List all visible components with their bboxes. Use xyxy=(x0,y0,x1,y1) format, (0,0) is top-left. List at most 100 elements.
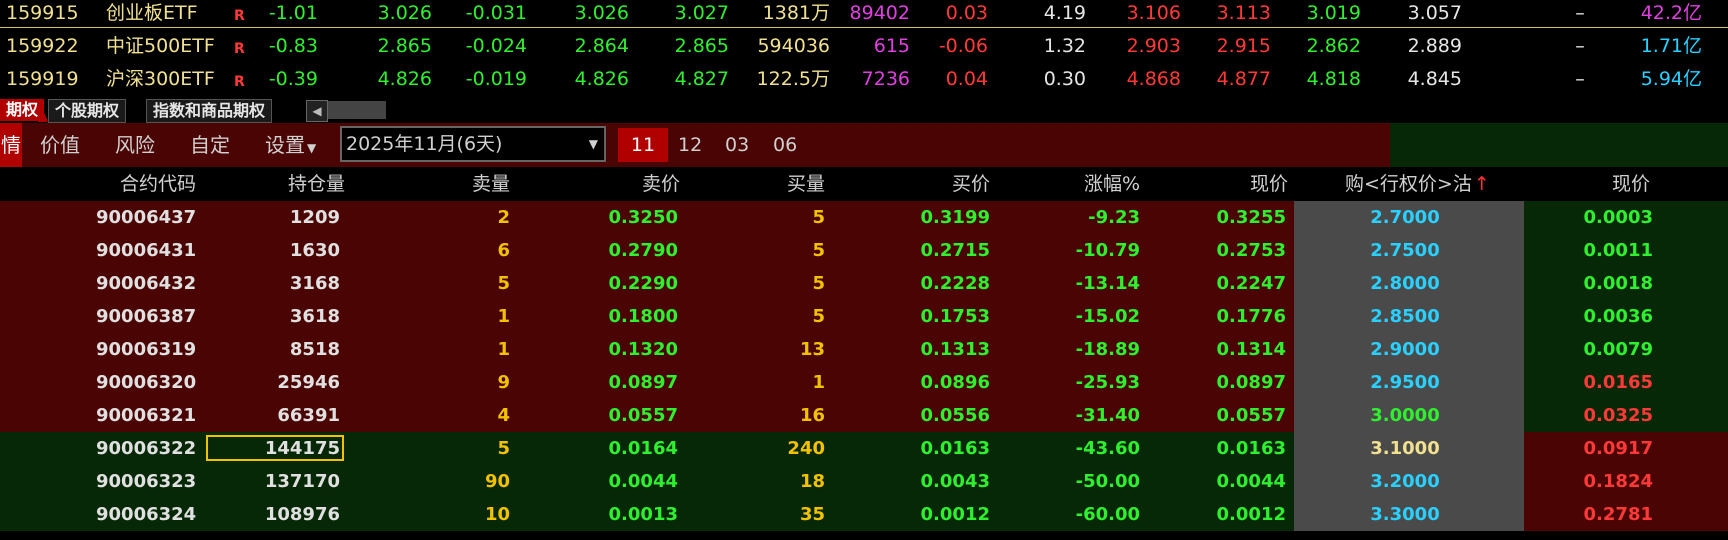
quote-row[interactable]: 159922 中证500ETF R -0.83 2.865 -0.024 2.864 2.86… xyxy=(0,30,1728,63)
cell-askv: 5 xyxy=(497,273,510,294)
toolbar-custom-button[interactable]: 自定 xyxy=(190,123,230,167)
month-tab-11-label: 11 xyxy=(630,134,656,156)
quote-open: 4.868 xyxy=(1126,68,1181,90)
toolbar-settings-button[interactable]: 设置 ▼ xyxy=(265,123,316,167)
cell-ask: 0.1800 xyxy=(608,306,678,327)
quote-price: 4.826 xyxy=(377,68,432,90)
col-header-strike[interactable]: 购<行权价>沽 ↑ xyxy=(1345,167,1495,201)
toolbar-settings-label: 设置 xyxy=(265,133,305,157)
col-header-ask[interactable]: 卖价 xyxy=(580,167,680,201)
cell-bid: 0.0896 xyxy=(920,372,990,393)
cell-oi: 8518 xyxy=(289,339,340,360)
caret-down-icon: ▼ xyxy=(307,141,317,155)
cell-last: 0.0044 xyxy=(1216,471,1286,492)
cell-strike: 2.7000 xyxy=(1370,207,1440,228)
cell-bid: 0.2715 xyxy=(920,240,990,261)
table-row[interactable]: 90006324 108976 10 0.0013 35 0.0012 -60.00 0.00… xyxy=(0,498,1728,531)
table-row[interactable]: 90006320 25946 9 0.0897 1 0.0896 -25.93 0.0897 2… xyxy=(0,366,1728,399)
col-header-code[interactable]: 合约代码 xyxy=(96,167,196,201)
quote-open: 2.903 xyxy=(1126,35,1181,57)
col-header-chg-pct[interactable]: 涨幅% xyxy=(1040,167,1140,201)
quote-cur: 89402 xyxy=(849,2,910,24)
cell-bidv: 5 xyxy=(812,207,825,228)
month-tab-06[interactable]: 06 xyxy=(773,128,797,162)
tab-index-commodity-options[interactable]: 指数和商品期权 xyxy=(146,99,273,123)
col-header-last[interactable]: 现价 xyxy=(1188,167,1288,201)
month-tab-11[interactable]: 11 xyxy=(618,128,668,162)
tab-scroll-left[interactable]: ◀ xyxy=(306,100,328,122)
cell-oi: 3168 xyxy=(289,273,340,294)
cell-code: 90006320 xyxy=(96,372,197,393)
col-header-bid[interactable]: 买价 xyxy=(890,167,990,201)
quote-turn: 1.32 xyxy=(1043,35,1086,57)
table-row[interactable]: 90006437 1209 2 0.3250 5 0.3199 -9.23 0.3255 2.7… xyxy=(0,201,1728,234)
cell-oi: 1630 xyxy=(289,240,340,261)
quote-dash: – xyxy=(1575,68,1585,90)
cell-code: 90006324 xyxy=(96,504,197,525)
cell-askv: 9 xyxy=(497,372,510,393)
quote-highlight-line xyxy=(0,27,1728,28)
selected-cell-outline xyxy=(206,435,344,461)
month-tab-06-label: 06 xyxy=(773,134,798,156)
month-tab-03[interactable]: 03 xyxy=(725,128,749,162)
cell-bidv: 1 xyxy=(812,372,825,393)
table-row[interactable]: 90006322 144175 5 0.0164 240 0.0163 -43.60 0.01… xyxy=(0,432,1728,465)
cell-strike: 2.7500 xyxy=(1370,240,1440,261)
month-select[interactable]: 2025年11月(6天) ▼ xyxy=(340,126,606,162)
toolbar-put-side xyxy=(1390,123,1728,167)
tab-bar: 期权 个股期权 指数和商品期权 ◀ xyxy=(0,98,1728,123)
toolbar-risk-button[interactable]: 风险 xyxy=(115,123,155,167)
cell-ask: 0.2790 xyxy=(608,240,678,261)
cell-put: 0.0165 xyxy=(1583,372,1653,393)
quote-amt: 42.2亿 xyxy=(1640,2,1702,24)
cell-bidv: 240 xyxy=(787,438,825,459)
quote-high: 3.113 xyxy=(1216,2,1271,24)
quote-row[interactable]: 159915 创业板ETF R -1.01 3.026 -0.031 3.026 3.027 1… xyxy=(0,0,1728,30)
tab-stock-options[interactable]: 个股期权 xyxy=(48,99,127,123)
col-header-bid-vol[interactable]: 买量 xyxy=(725,167,825,201)
col-header-put-last[interactable]: 现价 xyxy=(1550,167,1650,201)
sort-up-arrow-icon: ↑ xyxy=(1473,173,1490,195)
quote-change: -0.83 xyxy=(268,35,318,57)
table-row[interactable]: 90006319 8518 1 0.1320 13 0.1313 -18.89 0.1314 2… xyxy=(0,333,1728,366)
cell-ask: 0.0557 xyxy=(608,405,678,426)
cell-oi: 3618 xyxy=(289,306,340,327)
cell-strike: 3.2000 xyxy=(1370,471,1440,492)
col-header-oi[interactable]: 持仓量 xyxy=(240,167,345,201)
quote-name: 中证500ETF xyxy=(106,35,215,57)
tab-scrollbar[interactable] xyxy=(328,101,386,119)
cell-last: 0.0557 xyxy=(1216,405,1286,426)
table-row[interactable]: 90006432 3168 5 0.2290 5 0.2228 -13.14 0.2247 2.… xyxy=(0,267,1728,300)
toolbar-value-button[interactable]: 价值 xyxy=(40,123,80,167)
cell-strike: 3.1000 xyxy=(1370,438,1440,459)
quote-chg2: -0.031 xyxy=(465,2,527,24)
quote-buy: 2.864 xyxy=(574,35,629,57)
cell-bid: 0.2228 xyxy=(920,273,990,294)
cell-pct: -60.00 xyxy=(1075,504,1140,525)
toolbar-quotes-button[interactable]: 情 xyxy=(0,123,22,167)
cell-bid: 0.0556 xyxy=(920,405,990,426)
quote-row[interactable]: 159919 沪深300ETF R -0.39 4.826 -0.019 4.826 4.82… xyxy=(0,63,1728,96)
quote-pct: 0.04 xyxy=(945,68,988,90)
cell-bidv: 5 xyxy=(812,306,825,327)
col-header-ask-vol[interactable]: 卖量 xyxy=(410,167,510,201)
cell-pct: -15.02 xyxy=(1075,306,1140,327)
cell-bid: 0.0043 xyxy=(920,471,990,492)
cell-oi: 25946 xyxy=(277,372,340,393)
quote-amt: 1.71亿 xyxy=(1640,35,1702,57)
table-row[interactable]: 90006321 66391 4 0.0557 16 0.0556 -31.40 0.0557… xyxy=(0,399,1728,432)
month-tab-12[interactable]: 12 xyxy=(678,128,702,162)
quote-low: 4.818 xyxy=(1306,68,1361,90)
table-row[interactable]: 90006431 1630 6 0.2790 5 0.2715 -10.79 0.2753 2.… xyxy=(0,234,1728,267)
quote-low: 2.862 xyxy=(1306,35,1361,57)
table-row[interactable]: 90006387 3618 1 0.1800 5 0.1753 -15.02 0.1776 2.… xyxy=(0,300,1728,333)
cell-oi: 137170 xyxy=(264,471,340,492)
cell-put: 0.0018 xyxy=(1583,273,1653,294)
cell-askv: 5 xyxy=(497,438,510,459)
table-row[interactable]: 90006323 137170 90 0.0044 18 0.0043 -50.00 0.00… xyxy=(0,465,1728,498)
cell-pct: -50.00 xyxy=(1075,471,1140,492)
quote-name: 创业板ETF xyxy=(106,2,198,24)
cell-code: 90006323 xyxy=(96,471,197,492)
cell-last: 0.2753 xyxy=(1216,240,1286,261)
month-tab-12-label: 12 xyxy=(678,134,703,156)
